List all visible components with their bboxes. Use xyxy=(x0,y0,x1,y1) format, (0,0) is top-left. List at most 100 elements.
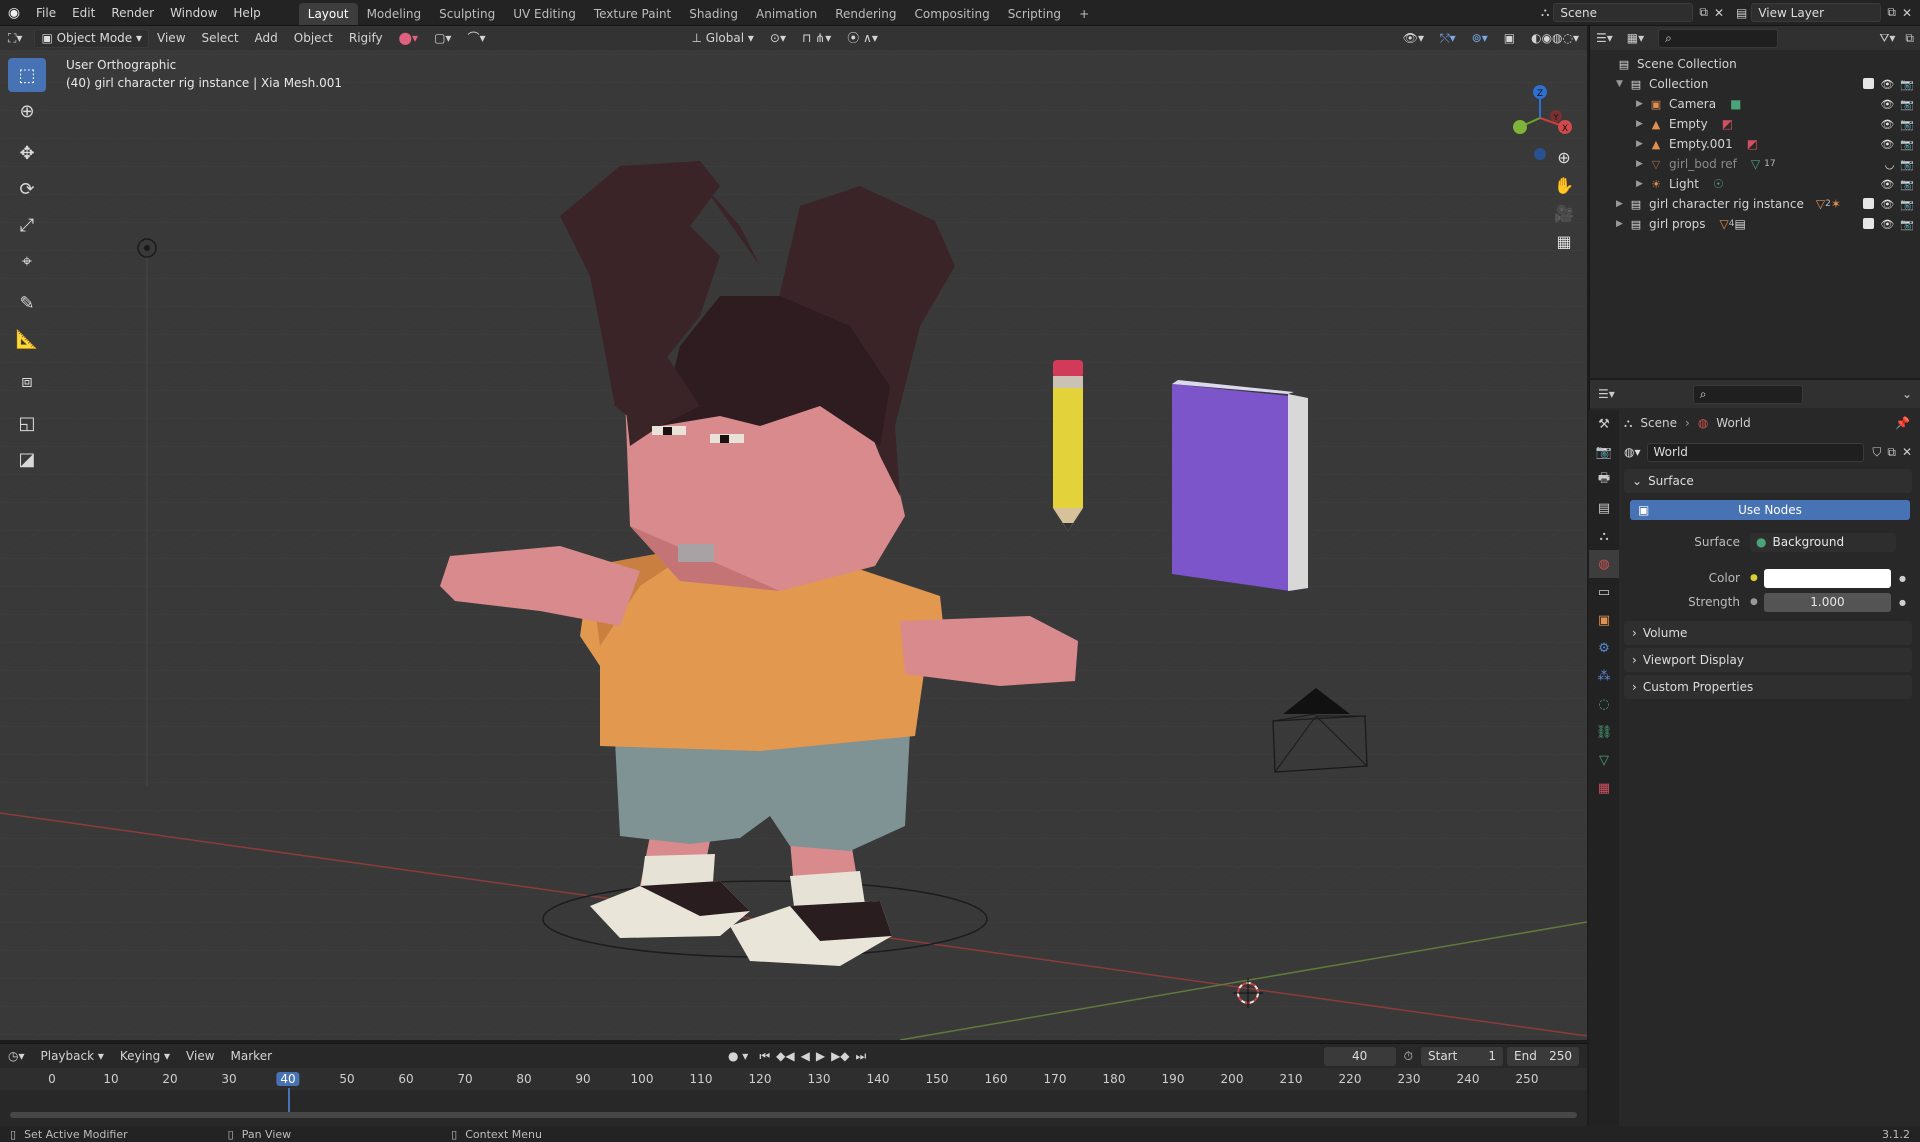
expand-icon[interactable]: ▶ xyxy=(1636,119,1648,129)
tab-shading[interactable]: Shading xyxy=(680,3,747,25)
cursor-tool-icon[interactable]: ⊕ xyxy=(8,94,46,128)
shear-tool-icon[interactable]: ◱ xyxy=(8,406,46,440)
volume-panel-header[interactable]: › Volume xyxy=(1624,621,1912,645)
annotate-tool-icon[interactable]: ✎ xyxy=(8,286,46,320)
new-collection-icon[interactable]: ⧉ xyxy=(1905,31,1914,46)
outliner-search-input[interactable]: ⌕ xyxy=(1658,28,1779,48)
menu-timeline-view[interactable]: View xyxy=(178,1044,222,1068)
blender-logo-icon[interactable]: ◉ xyxy=(0,5,28,21)
render-camera-icon[interactable]: 📷 xyxy=(1900,218,1914,231)
visibility-icon[interactable]: 👁▾ xyxy=(1395,26,1432,50)
remove-scene-icon[interactable]: ✕ xyxy=(1714,6,1724,20)
texture-tab-icon[interactable]: ▦ xyxy=(1589,774,1619,802)
play-reverse-icon[interactable]: ◀ xyxy=(798,1044,813,1068)
expand-icon[interactable]: ▶ xyxy=(1616,199,1628,209)
eye-icon[interactable]: 👁 xyxy=(1880,78,1894,91)
eye-icon[interactable]: 👁 xyxy=(1880,198,1894,211)
surface-shader-field[interactable]: ● Background xyxy=(1750,532,1896,552)
use-nodes-button[interactable]: ▣ Use Nodes xyxy=(1630,500,1910,520)
outliner-row-girl-props[interactable]: ▶ ▤ girl props ▽ 4 ▤ 👁 📷 xyxy=(1590,214,1920,234)
pivot-icon[interactable]: ⊙▾ xyxy=(762,26,794,50)
timeline-editor-icon[interactable]: ◷▾ xyxy=(0,1044,33,1068)
overlay-toggle-icon[interactable]: ⊚▾ xyxy=(1464,26,1496,50)
menu-keying[interactable]: Keying ▾ xyxy=(112,1044,178,1068)
add-cube-tool-icon[interactable]: ⧈ xyxy=(8,364,46,398)
unlink-world-icon[interactable]: ✕ xyxy=(1902,445,1912,459)
keyframe-dot-icon[interactable]: ● xyxy=(1899,574,1906,583)
world-tab-icon[interactable]: ◍ xyxy=(1589,550,1619,578)
exclude-checkbox[interactable] xyxy=(1863,197,1875,209)
stopwatch-icon[interactable]: ⏱ xyxy=(1396,1044,1421,1068)
physics-tab-icon[interactable]: ◌ xyxy=(1589,690,1619,718)
tab-texture-paint[interactable]: Texture Paint xyxy=(585,3,680,25)
menu-edit[interactable]: Edit xyxy=(64,0,103,26)
render-camera-icon[interactable]: 📷 xyxy=(1900,158,1914,171)
current-frame-field[interactable]: 40 xyxy=(1323,1046,1396,1066)
start-frame-field[interactable]: Start 1 xyxy=(1421,1046,1503,1066)
tab-modeling[interactable]: Modeling xyxy=(358,3,431,25)
tab-scripting[interactable]: Scripting xyxy=(999,3,1070,25)
tool-tab-icon[interactable]: ⚒ xyxy=(1589,410,1619,438)
render-camera-icon[interactable]: 📷 xyxy=(1900,78,1914,91)
jump-end-icon[interactable]: ⏭ xyxy=(853,1044,870,1068)
collection-tab-icon[interactable]: ▭ xyxy=(1589,578,1619,606)
editor-type-icon[interactable]: ⛶▾ xyxy=(0,26,30,50)
eye-icon[interactable]: 👁 xyxy=(1880,178,1894,191)
curve-icon[interactable]: ⌒▾ xyxy=(459,26,493,50)
add-workspace-button[interactable]: + xyxy=(1070,3,1098,25)
menu-help[interactable]: Help xyxy=(225,0,268,26)
render-camera-icon[interactable]: 📷 xyxy=(1900,198,1914,211)
tab-compositing[interactable]: Compositing xyxy=(905,3,998,25)
menu-window[interactable]: Window xyxy=(162,0,225,26)
eye-icon[interactable]: 👁 xyxy=(1880,138,1894,151)
view-layer-selector[interactable]: View Layer xyxy=(1751,3,1882,22)
menu-rigify[interactable]: Rigify xyxy=(341,26,391,50)
play-icon[interactable]: ▶ xyxy=(813,1044,828,1068)
remove-view-layer-icon[interactable]: ✕ xyxy=(1902,6,1912,20)
select-box-icon[interactable]: ⬚ xyxy=(8,58,46,92)
render-tab-icon[interactable]: 📷 xyxy=(1589,438,1619,466)
exclude-checkbox[interactable] xyxy=(1863,217,1875,229)
eye-icon[interactable]: 👁 xyxy=(1880,218,1894,231)
eye-closed-icon[interactable]: ◡ xyxy=(1885,158,1895,171)
layer-icon[interactable]: ▢▾ xyxy=(426,26,459,50)
outliner-row-rig-instance[interactable]: ▶ ▤ girl character rig instance ▽ 2 ✶ 👁 📷 xyxy=(1590,194,1920,214)
object-tab-icon[interactable]: ▣ xyxy=(1589,606,1619,634)
shading-modes-icon[interactable]: ◐◉◍◌▾ xyxy=(1523,26,1587,50)
keyframe-dot-icon[interactable]: ● xyxy=(1899,598,1906,607)
outliner-row-empty[interactable]: ▶ ▲ Empty ◩ 👁 📷 xyxy=(1590,114,1920,134)
outliner-row-empty-001[interactable]: ▶ ▲ Empty.001 ◩ 👁 📷 xyxy=(1590,134,1920,154)
playhead-line[interactable] xyxy=(288,1088,290,1112)
image-tool-icon[interactable]: ◪ xyxy=(8,442,46,476)
pin-icon[interactable]: 📌 xyxy=(1895,416,1910,430)
eye-icon[interactable]: 👁 xyxy=(1880,118,1894,131)
menu-playback[interactable]: Playback ▾ xyxy=(33,1044,112,1068)
render-camera-icon[interactable]: 📷 xyxy=(1900,138,1914,151)
fake-user-icon[interactable]: ⛉ xyxy=(1872,445,1881,460)
view-layer-tab-icon[interactable]: ▤ xyxy=(1589,494,1619,522)
next-keyframe-icon[interactable]: ▶◆ xyxy=(828,1044,852,1068)
tab-rendering[interactable]: Rendering xyxy=(826,3,905,25)
tab-layout[interactable]: Layout xyxy=(298,2,358,25)
menu-file[interactable]: File xyxy=(28,0,64,26)
expand-icon[interactable]: ▼ xyxy=(1616,79,1628,89)
gizmo-toggle-icon[interactable]: ⤲▾ xyxy=(1432,26,1464,50)
menu-object[interactable]: Object xyxy=(286,26,341,50)
camera-view-icon[interactable]: 🎥 xyxy=(1550,199,1578,227)
eye-icon[interactable]: 👁 xyxy=(1880,98,1894,111)
tab-animation[interactable]: Animation xyxy=(747,3,826,25)
expand-icon[interactable]: ▶ xyxy=(1616,219,1628,229)
expand-icon[interactable]: ▶ xyxy=(1636,159,1648,169)
data-tab-icon[interactable]: ▽ xyxy=(1589,746,1619,774)
pan-hand-icon[interactable]: ✋ xyxy=(1550,171,1578,199)
transform-tool-icon[interactable]: ⌖ xyxy=(8,244,46,278)
menu-add[interactable]: Add xyxy=(247,26,286,50)
custom-properties-panel-header[interactable]: › Custom Properties xyxy=(1624,675,1912,699)
output-tab-icon[interactable]: 🖶 xyxy=(1589,466,1619,494)
properties-search-input[interactable]: ⌕ xyxy=(1692,384,1803,404)
expand-icon[interactable]: ▶ xyxy=(1636,139,1648,149)
tab-uv-editing[interactable]: UV Editing xyxy=(504,3,585,25)
world-browse-icon[interactable]: ◍▾ xyxy=(1624,445,1641,459)
particles-tab-icon[interactable]: ⁂ xyxy=(1589,662,1619,690)
filter-icon[interactable]: ⛛▾ xyxy=(1879,31,1895,46)
